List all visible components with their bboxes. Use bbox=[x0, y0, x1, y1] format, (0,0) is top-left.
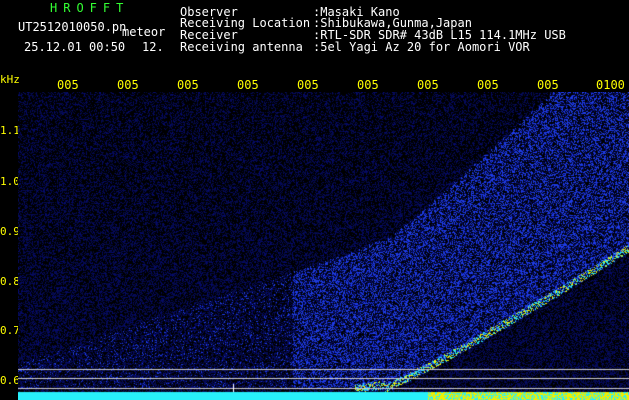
x-tick-label: 005 bbox=[417, 79, 439, 91]
x-tick-label: 005 bbox=[177, 79, 199, 91]
x-tick-label: 005 bbox=[537, 79, 559, 91]
waterfall-canvas bbox=[18, 92, 629, 400]
x-tick-label: 005 bbox=[297, 79, 319, 91]
x-tick-label: 005 bbox=[117, 79, 139, 91]
y-tick-label: 0.8 bbox=[0, 275, 20, 288]
spectrogram-window: { "header": { "brand": "HROFFT", "filena… bbox=[0, 0, 629, 400]
x-tick-label: 005 bbox=[57, 79, 79, 91]
file-name: UT2512010050.pn bbox=[18, 20, 127, 34]
y-tick-label: 1.1 bbox=[0, 124, 20, 137]
x-tick-label: 005 bbox=[477, 79, 499, 91]
y-tick-label: 1.0 bbox=[0, 175, 20, 188]
waterfall-plot bbox=[18, 92, 629, 400]
capture-datetime: 25.12.01 00:50 bbox=[24, 40, 126, 54]
y-tick-label: 0.9 bbox=[0, 225, 20, 238]
y-tick-label: 0.7 bbox=[0, 324, 20, 337]
x-tick-label: 0100 bbox=[596, 79, 625, 91]
x-tick-label: 005 bbox=[357, 79, 379, 91]
app-brand: HROFFT bbox=[50, 1, 130, 15]
antenna-label: Receiving antenna bbox=[180, 40, 303, 54]
x-tick-label: 005 bbox=[237, 79, 259, 91]
antenna-value: :5el Yagi Az 20 for Aomori VOR bbox=[313, 40, 530, 54]
app-name: meteor bbox=[122, 25, 166, 39]
scroll-speed: 12. bbox=[142, 40, 164, 54]
y-tick-label: 0.6 bbox=[0, 374, 20, 387]
y-axis-unit: kHz bbox=[0, 73, 20, 86]
